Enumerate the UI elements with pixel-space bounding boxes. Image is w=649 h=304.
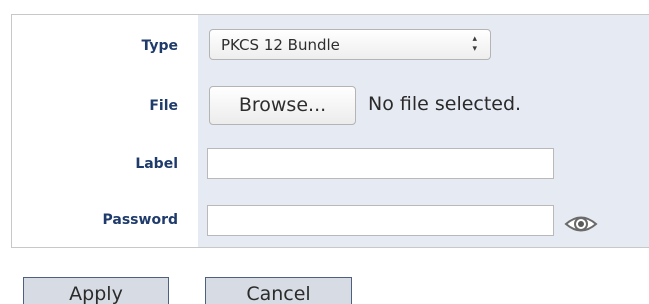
file-status-text: No file selected.: [368, 93, 522, 115]
eye-icon[interactable]: [563, 211, 599, 237]
browse-button[interactable]: Browse...: [209, 86, 356, 125]
label-field-label: Label: [135, 156, 178, 172]
type-label: Type: [141, 38, 178, 54]
certificate-import-page: Type PKCS 12 Bundle ▴ ▾ File Browse... No…: [0, 0, 649, 304]
password-label: Password: [102, 212, 178, 228]
cancel-button[interactable]: Cancel: [205, 277, 352, 304]
file-label: File: [149, 98, 178, 114]
type-select[interactable]: PKCS 12 Bundle ▴ ▾: [209, 29, 491, 60]
type-select-value: PKCS 12 Bundle: [221, 36, 340, 54]
label-input[interactable]: [207, 148, 554, 179]
chevron-up-down-icon: ▴ ▾: [472, 34, 477, 54]
password-input[interactable]: [207, 205, 554, 236]
apply-button[interactable]: Apply: [23, 277, 169, 304]
